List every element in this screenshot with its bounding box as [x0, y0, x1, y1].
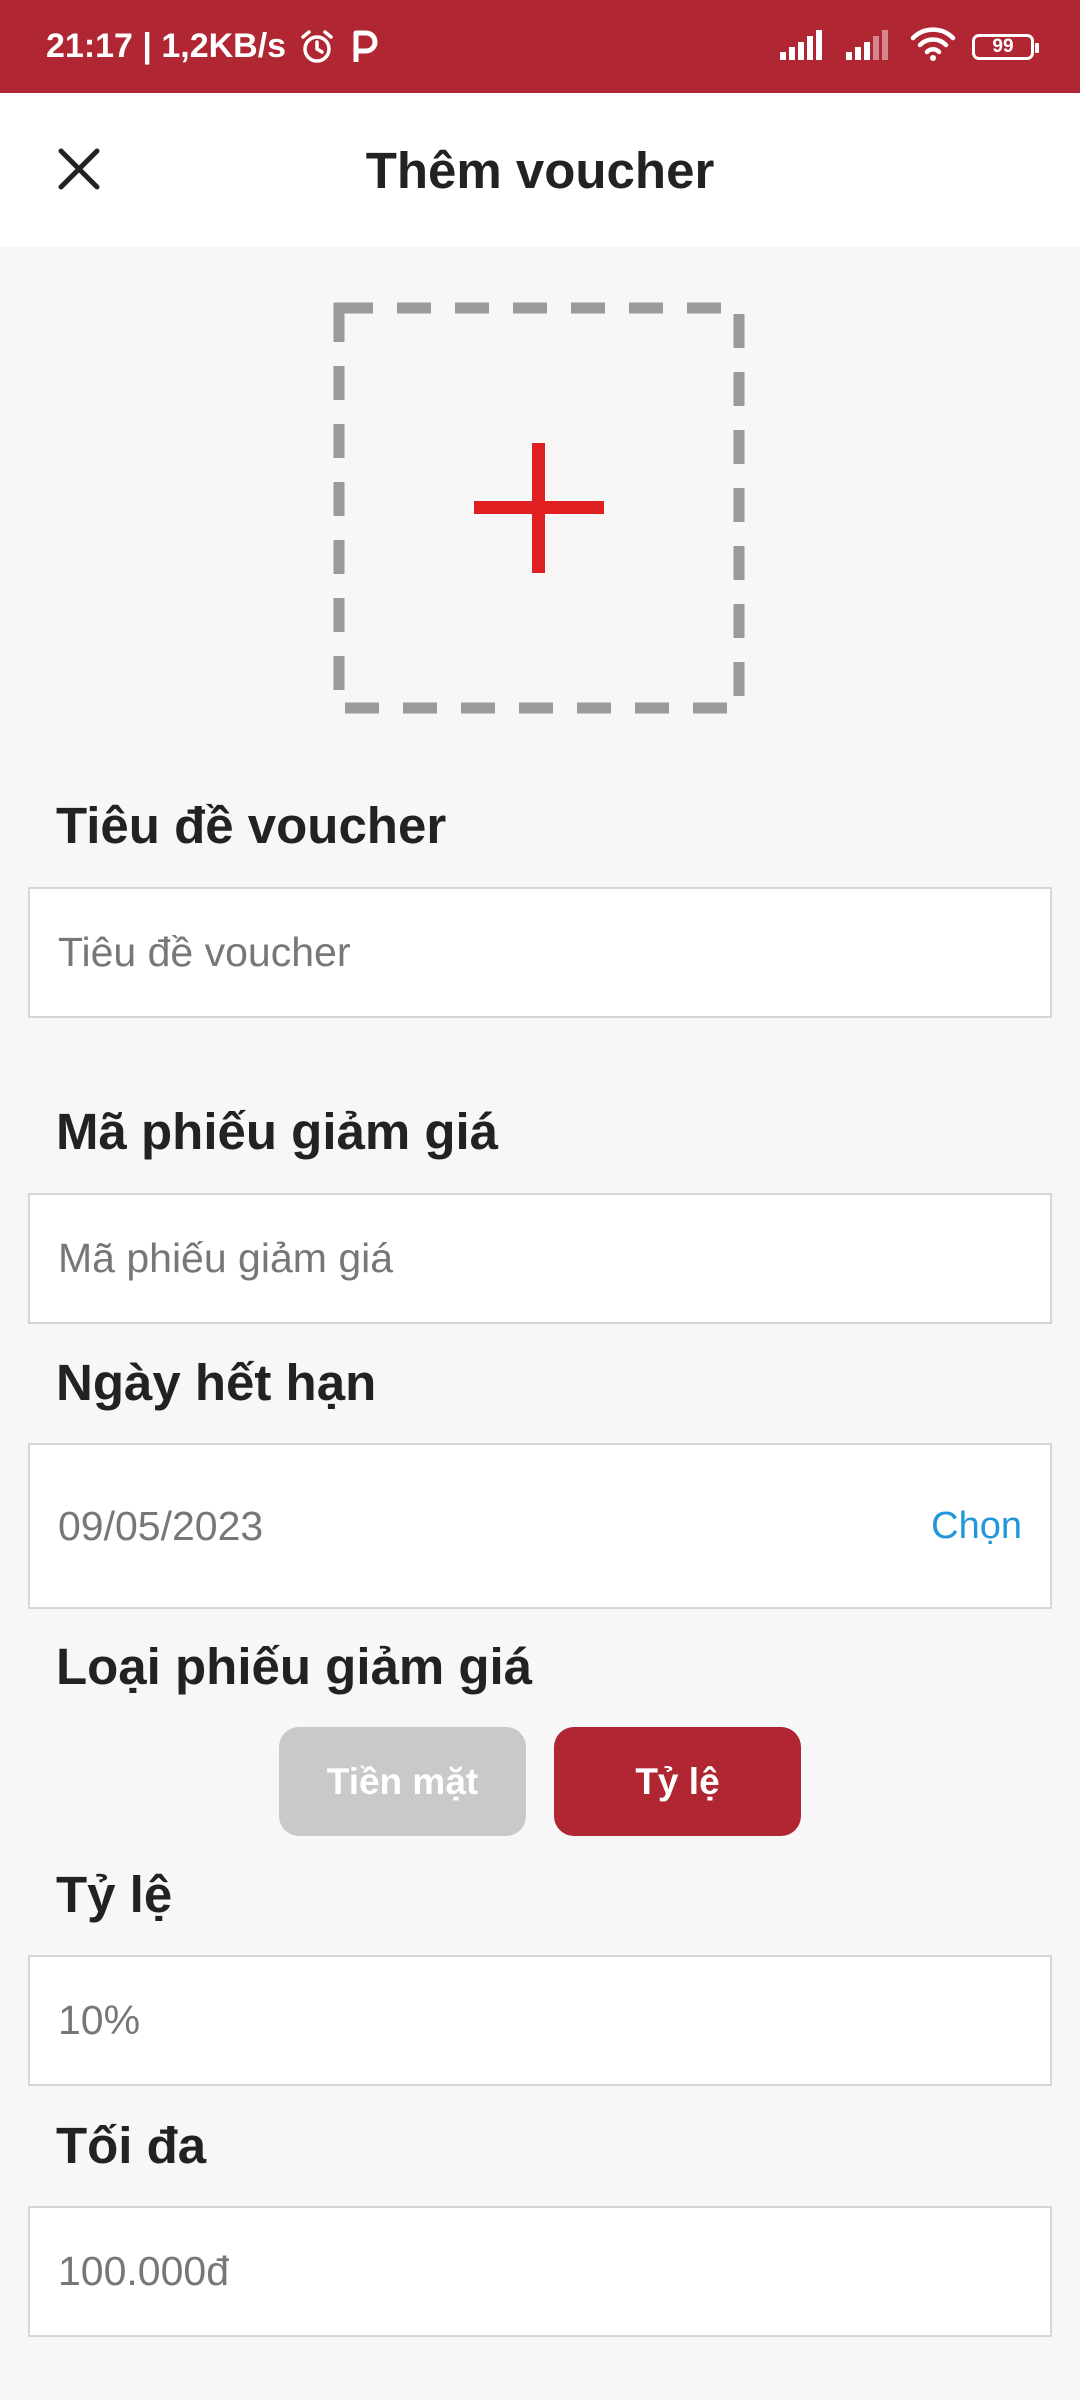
add-image-button[interactable]	[333, 302, 745, 714]
expiry-date-field[interactable]: 09/05/2023 Chọn	[28, 1443, 1052, 1609]
wifi-icon	[910, 27, 956, 66]
voucher-code-input[interactable]: Mã phiếu giảm giá	[28, 1193, 1052, 1324]
battery-level: 99	[992, 35, 1014, 57]
voucher-title-label: Tiêu đề voucher	[56, 797, 447, 854]
alarm-icon	[298, 28, 336, 66]
signal-icon	[844, 28, 894, 65]
voucher-type-label: Loại phiếu giảm giá	[56, 1638, 533, 1695]
rate-input[interactable]: 10%	[28, 1955, 1052, 2086]
status-bar: 21:17 | 1,2KB/s 99	[0, 0, 1080, 93]
add-image-icon	[333, 302, 745, 714]
status-time-speed: 21:17 | 1,2KB/s	[46, 27, 287, 65]
voucher-code-placeholder: Mã phiếu giảm giá	[58, 1235, 394, 1281]
rate-label: Tỷ lệ	[56, 1866, 173, 1923]
expiry-date-value: 09/05/2023	[58, 1502, 264, 1549]
rate-value: 10%	[58, 1997, 141, 2043]
type-percent-button[interactable]: Tỷ lệ	[554, 1727, 801, 1836]
max-value: 100.000đ	[58, 2248, 230, 2294]
max-label: Tối đa	[56, 2117, 207, 2174]
page-title: Thêm voucher	[365, 141, 715, 199]
choose-date-link[interactable]: Chọn	[931, 1505, 1022, 1548]
voucher-code-label: Mã phiếu giảm giá	[56, 1103, 499, 1160]
app-header: Thêm voucher	[0, 93, 1080, 247]
close-button[interactable]	[40, 130, 118, 208]
type-cash-button[interactable]: Tiền mặt	[279, 1727, 526, 1836]
p-app-icon	[348, 28, 380, 66]
status-left: 21:17 | 1,2KB/s	[46, 27, 380, 66]
signal-icon	[778, 28, 828, 65]
voucher-title-placeholder: Tiêu đề voucher	[58, 929, 351, 975]
max-input[interactable]: 100.000đ	[28, 2206, 1052, 2337]
expiry-date-label: Ngày hết hạn	[56, 1354, 377, 1411]
voucher-title-input[interactable]: Tiêu đề voucher	[28, 887, 1052, 1018]
close-icon	[58, 148, 100, 190]
status-right: 99	[778, 27, 1039, 66]
battery-icon: 99	[972, 33, 1039, 60]
